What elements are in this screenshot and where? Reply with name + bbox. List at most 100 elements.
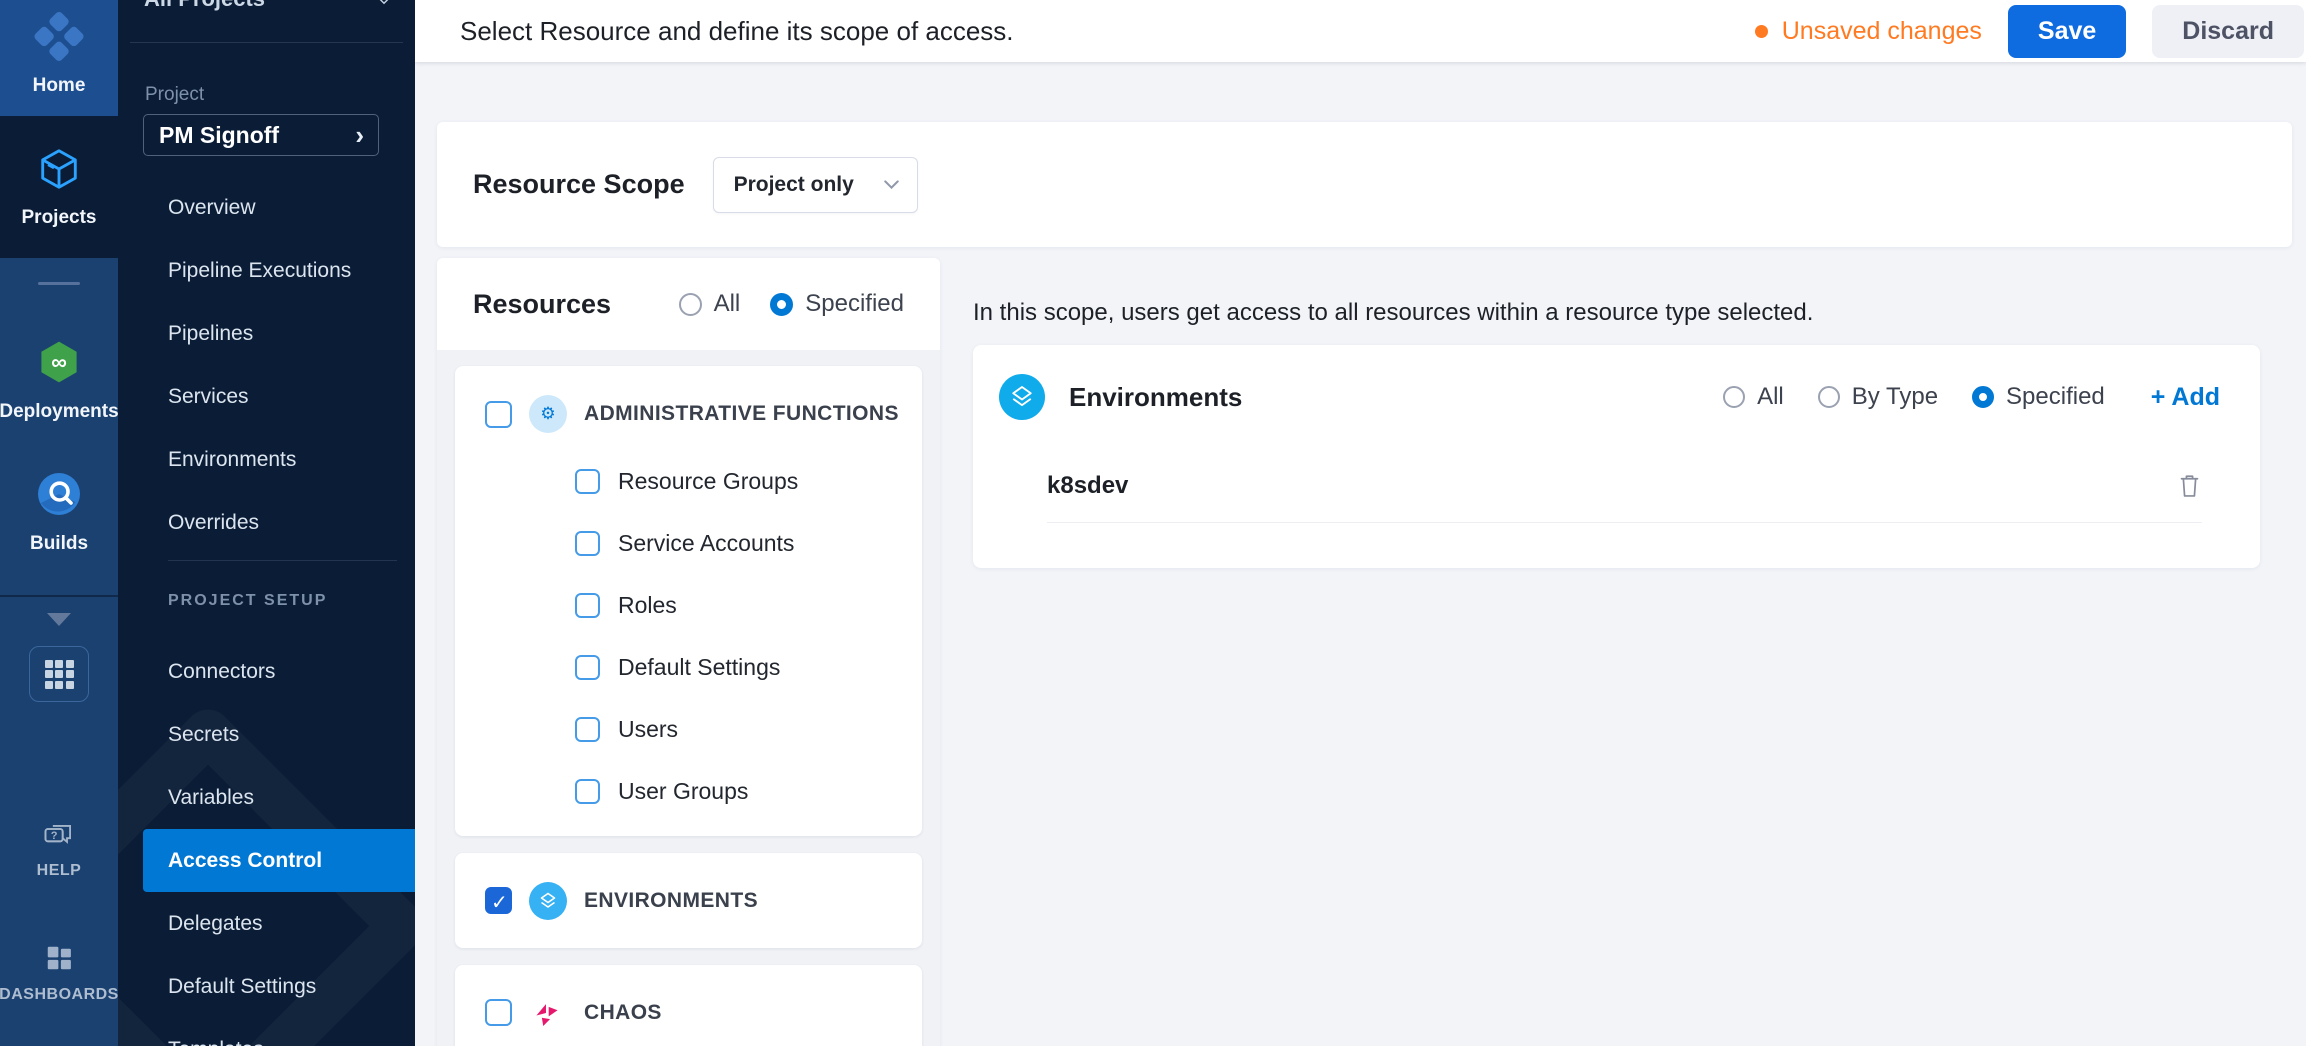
child-default-settings: Default Settings bbox=[575, 636, 922, 698]
rail-item-home[interactable]: Home bbox=[0, 0, 118, 116]
all-projects-label: All Projects bbox=[144, 0, 265, 12]
rail-item-deployments[interactable]: ∞ Deployments bbox=[0, 338, 118, 423]
home-icon bbox=[29, 10, 88, 69]
nav-item-delegates[interactable]: Delegates bbox=[118, 892, 415, 955]
radio-all-label: All bbox=[714, 290, 741, 318]
nav-item-services[interactable]: Services bbox=[118, 365, 415, 428]
environments-card-header: Environments All By Type Specified + Add bbox=[973, 345, 2260, 449]
nav-item-default-settings[interactable]: Default Settings bbox=[118, 955, 415, 1018]
child-label: Roles bbox=[618, 592, 677, 619]
nav-item-pipelines[interactable]: Pipelines bbox=[118, 302, 415, 365]
module-rail: Home Projects ∞ Deployments bbox=[0, 0, 118, 1046]
sidebar-divider bbox=[130, 42, 403, 43]
project-selector[interactable]: PM Signoff › bbox=[143, 114, 379, 156]
env-radio-specified[interactable]: Specified bbox=[1972, 383, 2105, 411]
sidebar-divider bbox=[168, 560, 397, 561]
resource-group-environments: ENVIRONMENTS bbox=[455, 853, 922, 948]
page-subtitle: Select Resource and define its scope of … bbox=[460, 16, 1014, 47]
env-radio-all[interactable]: All bbox=[1723, 383, 1784, 411]
nav-item-pipeline-executions[interactable]: Pipeline Executions bbox=[118, 239, 415, 302]
group-label: ENVIRONMENTS bbox=[584, 889, 758, 913]
radio-specified-label: Specified bbox=[805, 290, 904, 318]
rail-label-builds: Builds bbox=[30, 533, 88, 555]
radio-icon bbox=[1818, 386, 1840, 408]
admin-functions-checkbox[interactable] bbox=[485, 401, 512, 428]
rail-label-help: HELP bbox=[37, 862, 82, 880]
nav-item-variables[interactable]: Variables bbox=[118, 766, 415, 829]
save-button[interactable]: Save bbox=[2008, 5, 2126, 58]
rail-label-home: Home bbox=[33, 75, 86, 97]
collapse-chevron-down-icon[interactable] bbox=[47, 613, 71, 626]
resources-radio-specified[interactable]: Specified bbox=[770, 290, 904, 318]
child-service-accounts: Service Accounts bbox=[575, 512, 922, 574]
add-environment-button[interactable]: + Add bbox=[2151, 383, 2220, 412]
child-resource-groups: Resource Groups bbox=[575, 450, 922, 512]
discard-button[interactable]: Discard bbox=[2152, 5, 2304, 58]
help-chat-icon: ? bbox=[43, 823, 75, 856]
roles-checkbox[interactable] bbox=[575, 593, 600, 618]
delete-trash-icon[interactable] bbox=[2177, 472, 2202, 499]
svg-text:?: ? bbox=[51, 830, 58, 842]
nav-item-access-control[interactable]: Access Control bbox=[143, 829, 415, 892]
unsaved-dot-icon bbox=[1755, 25, 1768, 38]
group-label: CHAOS bbox=[584, 1001, 662, 1025]
svg-text:∞: ∞ bbox=[51, 350, 67, 375]
nav-item-templates[interactable]: Templates bbox=[118, 1018, 415, 1046]
child-label: Resource Groups bbox=[618, 468, 798, 495]
chaos-checkbox[interactable] bbox=[485, 999, 512, 1026]
project-label: Project bbox=[145, 84, 204, 106]
radio-icon bbox=[1723, 386, 1745, 408]
resources-radio-all[interactable]: All bbox=[679, 290, 741, 318]
chevron-right-icon: › bbox=[355, 122, 364, 148]
gear-icon: ⚙ bbox=[529, 395, 567, 433]
radio-icon bbox=[679, 293, 702, 316]
unsaved-changes-indicator: Unsaved changes bbox=[1755, 17, 1982, 46]
users-checkbox[interactable] bbox=[575, 717, 600, 742]
main-area: Select Resource and define its scope of … bbox=[415, 0, 2306, 1046]
env-radio-by-type[interactable]: By Type bbox=[1818, 383, 1938, 411]
environment-name: k8sdev bbox=[1047, 472, 1128, 500]
page-header: Select Resource and define its scope of … bbox=[415, 0, 2306, 62]
dashboards-blocks-icon bbox=[44, 943, 74, 978]
nav-item-overrides[interactable]: Overrides bbox=[118, 491, 415, 554]
resource-group-administrative-functions: ⚙ ADMINISTRATIVE FUNCTIONS Resource Grou… bbox=[455, 366, 922, 836]
resource-group-chaos: CHAOS bbox=[455, 965, 922, 1046]
environments-scope-card: Environments All By Type Specified + Add bbox=[973, 345, 2260, 568]
builds-magnifier-icon bbox=[35, 470, 83, 523]
resource-scope-dropdown[interactable]: Project only bbox=[713, 157, 918, 213]
radio-all-label: All bbox=[1757, 383, 1784, 411]
resources-panel: Resources All Specified ⚙ ADMINISTRATIVE bbox=[437, 258, 940, 1046]
nav-list-main: Overview Pipeline Executions Pipelines S… bbox=[118, 176, 415, 554]
grid-icon bbox=[45, 660, 74, 689]
nav-item-secrets[interactable]: Secrets bbox=[118, 703, 415, 766]
resource-group-list: ⚙ ADMINISTRATIVE FUNCTIONS Resource Grou… bbox=[437, 350, 940, 1046]
rail-item-builds[interactable]: Builds bbox=[0, 470, 118, 555]
service-accounts-checkbox[interactable] bbox=[575, 531, 600, 556]
rail-label-projects: Projects bbox=[22, 207, 97, 229]
nav-item-connectors[interactable]: Connectors bbox=[118, 640, 415, 703]
child-user-groups: User Groups bbox=[575, 760, 922, 822]
project-setup-section-label: PROJECT SETUP bbox=[168, 592, 327, 610]
group-label: ADMINISTRATIVE FUNCTIONS bbox=[584, 402, 899, 426]
rail-lower-section: ∞ Deployments Builds bbox=[0, 258, 118, 1046]
environments-icon bbox=[999, 374, 1045, 420]
resources-header: Resources All Specified bbox=[437, 258, 940, 350]
resource-groups-checkbox[interactable] bbox=[575, 469, 600, 494]
rail-item-dashboards[interactable]: DASHBOARDS bbox=[0, 943, 118, 1004]
nav-item-environments[interactable]: Environments bbox=[118, 428, 415, 491]
child-users: Users bbox=[575, 698, 922, 760]
resources-title: Resources bbox=[473, 289, 679, 320]
environments-checkbox[interactable] bbox=[485, 887, 512, 914]
user-groups-checkbox[interactable] bbox=[575, 779, 600, 804]
nav-item-overview[interactable]: Overview bbox=[118, 176, 415, 239]
rail-item-help[interactable]: ? HELP bbox=[0, 823, 118, 880]
module-grid-button[interactable] bbox=[29, 646, 89, 702]
project-sidebar: All Projects Project PM Signoff › Overvi… bbox=[118, 0, 415, 1046]
rail-item-projects[interactable]: Projects bbox=[0, 116, 118, 258]
child-label: Service Accounts bbox=[618, 530, 794, 557]
resource-scope-card: Resource Scope Project only bbox=[437, 122, 2292, 247]
default-settings-checkbox[interactable] bbox=[575, 655, 600, 680]
sidebar-top-item-clipped[interactable]: All Projects bbox=[144, 0, 395, 13]
child-label: User Groups bbox=[618, 778, 748, 805]
environments-icon bbox=[529, 882, 567, 920]
